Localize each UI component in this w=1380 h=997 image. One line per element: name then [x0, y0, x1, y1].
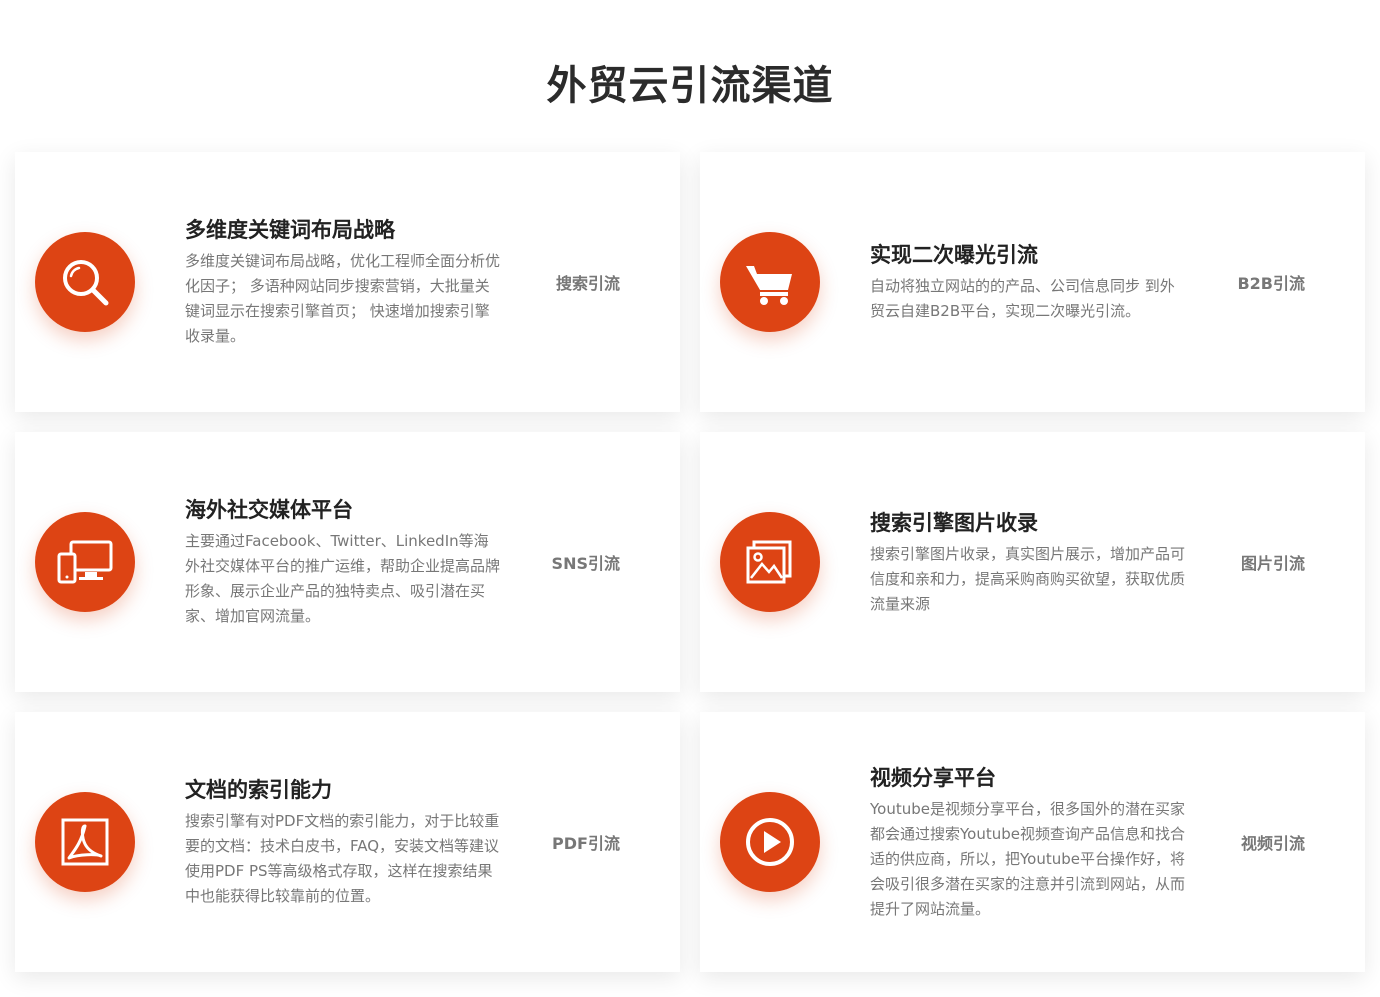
card-body: 实现二次曝光引流 自动将独立网站的的产品、公司信息同步 到外贸云自建B2B平台，… — [870, 152, 1190, 412]
card-tag: 图片引流 — [1240, 554, 1305, 573]
channel-card-image[interactable]: 搜索引擎图片收录 搜索引擎图片收录，真实图片展示，增加产品可信度和亲和力，提高采… — [700, 432, 1365, 692]
search-icon — [35, 232, 135, 332]
card-description: Youtube是视频分享平台，很多国外的潜在买家都会通过搜索Youtube视频查… — [870, 799, 1186, 918]
channel-card-pdf[interactable]: 文档的索引能力 搜索引擎有对PDF文档的索引能力，对于比较重要的文档：技术白皮书… — [15, 712, 680, 972]
card-title: 实现二次曝光引流 — [870, 243, 1038, 267]
devices-icon — [35, 512, 135, 612]
card-title: 搜索引擎图片收录 — [870, 510, 1038, 535]
page: 外贸云引流渠道 多维度关键词布局战略 多维度关键词布局战略，优化工程师全面分析优… — [0, 0, 1380, 997]
card-title: 多维度关键词布局战略 — [185, 218, 395, 242]
card-body: 海外社交媒体平台 主要通过Facebook、Twitter、LinkedIn等海… — [185, 432, 505, 692]
card-title: 视频分享平台 — [870, 765, 996, 790]
card-body: 文档的索引能力 搜索引擎有对PDF文档的索引能力，对于比较重要的文档：技术白皮书… — [185, 712, 505, 972]
pdf-icon — [35, 792, 135, 892]
channel-card-search[interactable]: 多维度关键词布局战略 多维度关键词布局战略，优化工程师全面分析优化因子； 多语种… — [15, 152, 680, 412]
card-description: 自动将独立网站的的产品、公司信息同步 到外贸云自建B2B平台，实现二次曝光引流。 — [870, 277, 1175, 320]
channel-card-b2b[interactable]: 实现二次曝光引流 自动将独立网站的的产品、公司信息同步 到外贸云自建B2B平台，… — [700, 152, 1365, 412]
card-body: 多维度关键词布局战略 多维度关键词布局战略，优化工程师全面分析优化因子； 多语种… — [185, 152, 505, 412]
play-icon — [720, 792, 820, 892]
card-description: 搜索引擎有对PDF文档的索引能力，对于比较重要的文档：技术白皮书，FAQ，安装文… — [185, 812, 500, 905]
card-tag: B2B引流 — [1237, 274, 1305, 293]
card-tag: PDF引流 — [552, 834, 620, 853]
card-body: 搜索引擎图片收录 搜索引擎图片收录，真实图片展示，增加产品可信度和亲和力，提高采… — [870, 432, 1190, 692]
card-description: 多维度关键词布局战略，优化工程师全面分析优化因子； 多语种网站同步搜索营销，大批… — [185, 252, 501, 345]
card-description: 主要通过Facebook、Twitter、LinkedIn等海外社交媒体平台的推… — [185, 532, 501, 625]
page-title: 外贸云引流渠道 — [546, 63, 834, 109]
channel-card-video[interactable]: 视频分享平台 Youtube是视频分享平台，很多国外的潜在买家都会通过搜索You… — [700, 712, 1365, 972]
card-title: 文档的索引能力 — [185, 778, 332, 802]
channel-card-sns[interactable]: 海外社交媒体平台 主要通过Facebook、Twitter、LinkedIn等海… — [15, 432, 680, 692]
card-body: 视频分享平台 Youtube是视频分享平台，很多国外的潜在买家都会通过搜索You… — [870, 712, 1190, 972]
card-tag: SNS引流 — [551, 554, 620, 573]
card-tag: 视频引流 — [1240, 834, 1305, 853]
card-tag: 搜索引流 — [555, 274, 620, 293]
card-description: 搜索引擎图片收录，真实图片展示，增加产品可信度和亲和力，提高采购商购买欲望，获取… — [870, 544, 1186, 613]
channel-grid: 多维度关键词布局战略 多维度关键词布局战略，优化工程师全面分析优化因子； 多语种… — [15, 152, 1365, 972]
image-icon — [720, 512, 820, 612]
card-title: 海外社交媒体平台 — [185, 498, 353, 522]
cart-icon — [720, 232, 820, 332]
